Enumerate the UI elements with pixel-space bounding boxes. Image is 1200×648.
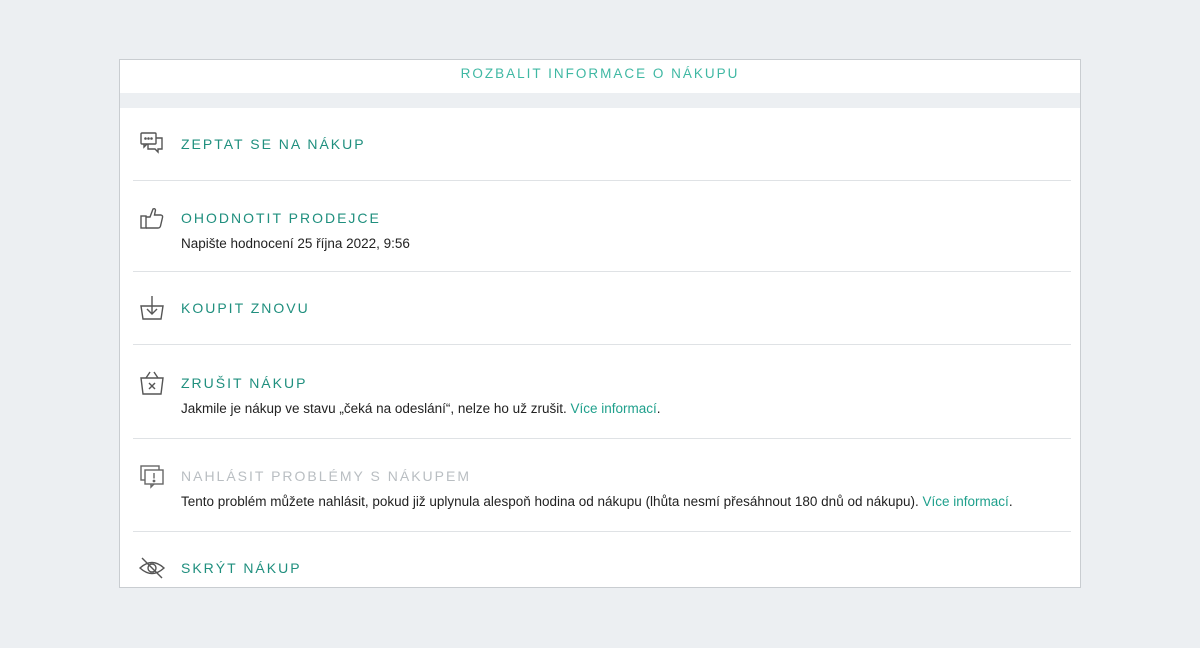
action-title: NAHLÁSIT PROBLÉMY S NÁKUPEM <box>181 468 471 484</box>
more-info-link[interactable]: Více informací <box>570 401 656 416</box>
action-cancel-purchase[interactable]: ZRUŠIT NÁKUP Jakmile je nákup ve stavu „… <box>133 345 1071 439</box>
purchase-actions-card: ROZBALIT INFORMACE O NÁKUPU ZEPTAT SE NA… <box>119 59 1081 588</box>
actions-list: ZEPTAT SE NA NÁKUP OHODNOTIT PRODEJCE Na… <box>120 108 1080 587</box>
action-title[interactable]: ZRUŠIT NÁKUP <box>181 375 307 391</box>
section-divider <box>120 93 1080 108</box>
description-text: Tento problém můžete nahlásit, pokud již… <box>181 494 919 509</box>
action-title[interactable]: OHODNOTIT PRODEJCE <box>181 210 381 226</box>
action-rate-seller[interactable]: OHODNOTIT PRODEJCE Napište hodnocení 25 … <box>133 181 1071 272</box>
action-title[interactable]: KOUPIT ZNOVU <box>181 300 310 316</box>
eye-off-icon <box>138 554 166 582</box>
basket-cancel-icon <box>138 369 166 397</box>
description-suffix: . <box>656 401 661 416</box>
description-text: Jakmile je nákup ve stavu „čeká na odesl… <box>181 401 567 416</box>
chat-bubbles-icon <box>138 130 166 158</box>
action-buy-again[interactable]: KOUPIT ZNOVU <box>133 272 1071 345</box>
action-description: Tento problém můžete nahlásit, pokud již… <box>181 494 1071 509</box>
action-report-problems: NAHLÁSIT PROBLÉMY S NÁKUPEM Tento problé… <box>133 439 1071 532</box>
basket-download-icon <box>138 294 166 322</box>
action-description: Napište hodnocení 25 října 2022, 9:56 <box>181 236 410 251</box>
expand-purchase-info-button[interactable]: ROZBALIT INFORMACE O NÁKUPU <box>120 60 1080 93</box>
action-description: Jakmile je nákup ve stavu „čeká na odesl… <box>181 401 1071 416</box>
action-title[interactable]: ZEPTAT SE NA NÁKUP <box>181 136 366 152</box>
action-hide-purchase[interactable]: SKRÝT NÁKUP <box>133 532 1071 587</box>
more-info-link[interactable]: Více informací <box>923 494 1009 509</box>
thumbs-up-icon <box>138 204 166 232</box>
description-suffix: . <box>1008 494 1013 509</box>
action-ask-about-purchase[interactable]: ZEPTAT SE NA NÁKUP <box>133 108 1071 181</box>
action-title[interactable]: SKRÝT NÁKUP <box>181 560 302 576</box>
report-problem-icon <box>138 462 166 490</box>
